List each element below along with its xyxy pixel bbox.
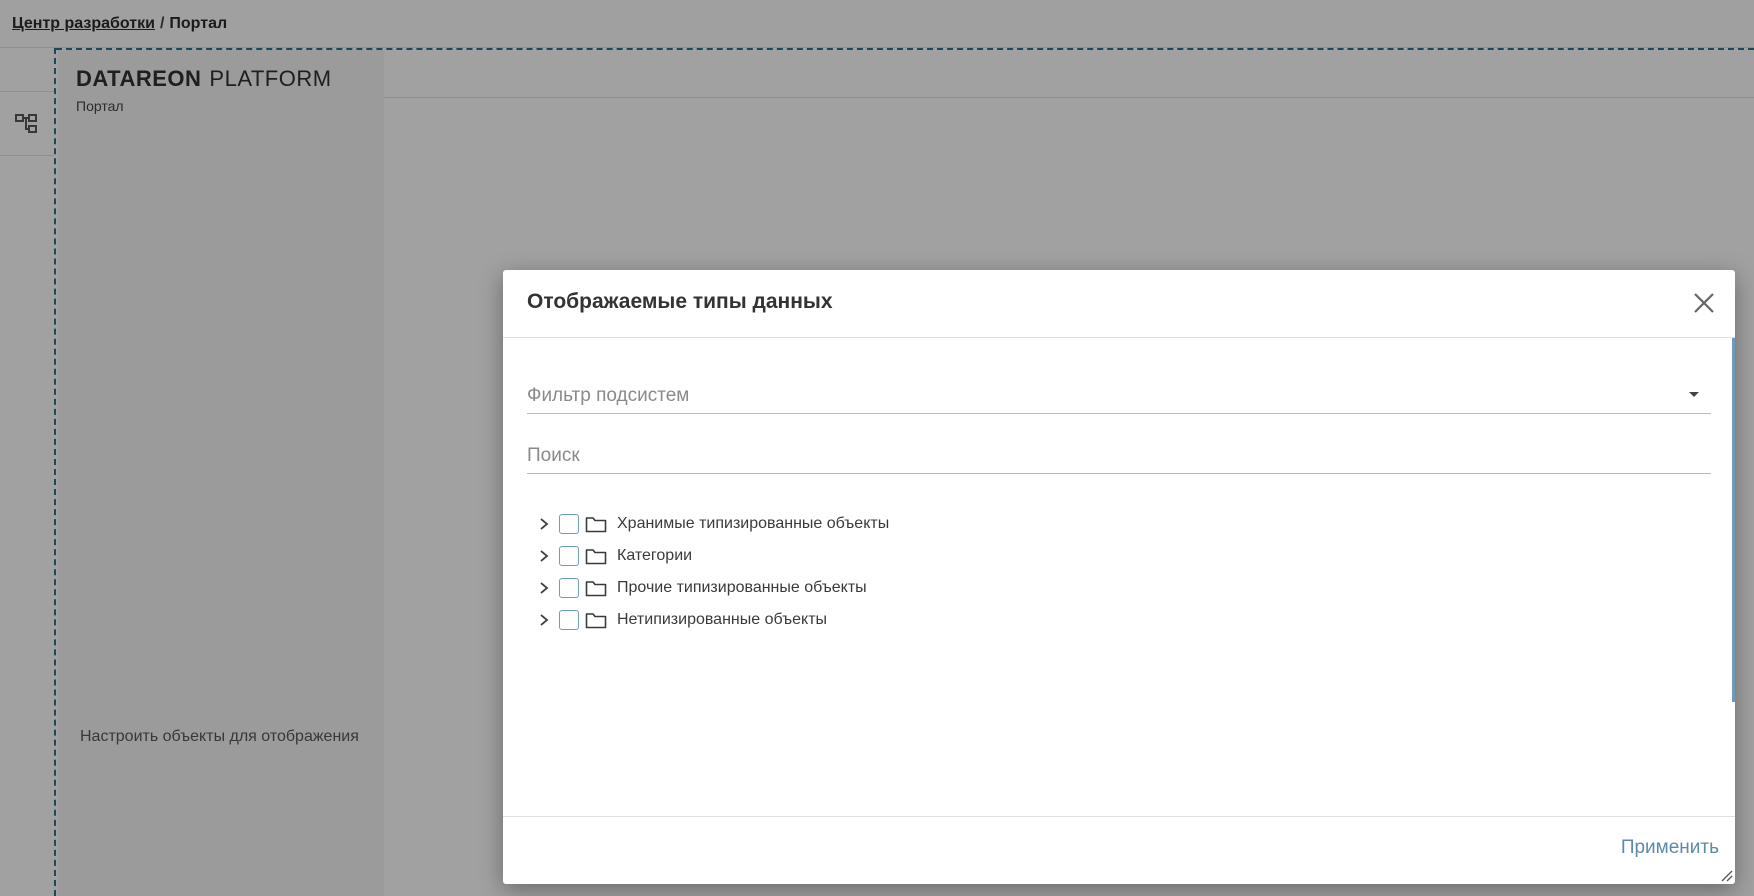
search-input[interactable]: Поиск bbox=[527, 430, 1711, 474]
tree-item-checkbox[interactable] bbox=[559, 546, 579, 566]
subsystem-filter-placeholder: Фильтр подсистем bbox=[527, 385, 690, 406]
apply-button[interactable]: Применить bbox=[1621, 837, 1719, 859]
close-icon[interactable] bbox=[1691, 290, 1717, 316]
folder-icon bbox=[585, 546, 609, 566]
chevron-right-icon[interactable] bbox=[535, 515, 553, 533]
tree-item-label[interactable]: Хранимые типизированные объекты bbox=[617, 515, 889, 533]
tree-item-label[interactable]: Категории bbox=[617, 547, 692, 565]
data-types-tree: Хранимые типизированные объекты Категори… bbox=[535, 508, 1235, 636]
chevron-right-icon[interactable] bbox=[535, 579, 553, 597]
tree-item-checkbox[interactable] bbox=[559, 610, 579, 630]
chevron-right-icon[interactable] bbox=[535, 547, 553, 565]
data-types-dialog: Отображаемые типы данных Фильтр подсисте… bbox=[503, 270, 1735, 884]
tree-item: Нетипизированные объекты bbox=[535, 604, 1235, 636]
dialog-footer: Применить bbox=[503, 816, 1735, 884]
chevron-right-icon[interactable] bbox=[535, 611, 553, 629]
tree-item: Прочие типизированные объекты bbox=[535, 572, 1235, 604]
dialog-title: Отображаемые типы данных bbox=[527, 290, 833, 313]
dialog-header: Отображаемые типы данных bbox=[503, 270, 1735, 338]
dialog-scrollbar[interactable] bbox=[1732, 338, 1735, 702]
tree-item-checkbox[interactable] bbox=[559, 578, 579, 598]
folder-icon bbox=[585, 578, 609, 598]
folder-icon bbox=[585, 514, 609, 534]
subsystem-filter-select[interactable]: Фильтр подсистем bbox=[527, 370, 1711, 414]
tree-item: Хранимые типизированные объекты bbox=[535, 508, 1235, 540]
resize-handle-icon[interactable] bbox=[1719, 868, 1733, 882]
caret-down-icon bbox=[1689, 392, 1699, 397]
folder-icon bbox=[585, 610, 609, 630]
tree-item: Категории bbox=[535, 540, 1235, 572]
tree-item-label[interactable]: Нетипизированные объекты bbox=[617, 611, 827, 629]
tree-item-checkbox[interactable] bbox=[559, 514, 579, 534]
tree-item-label[interactable]: Прочие типизированные объекты bbox=[617, 579, 867, 597]
search-placeholder: Поиск bbox=[527, 445, 580, 466]
